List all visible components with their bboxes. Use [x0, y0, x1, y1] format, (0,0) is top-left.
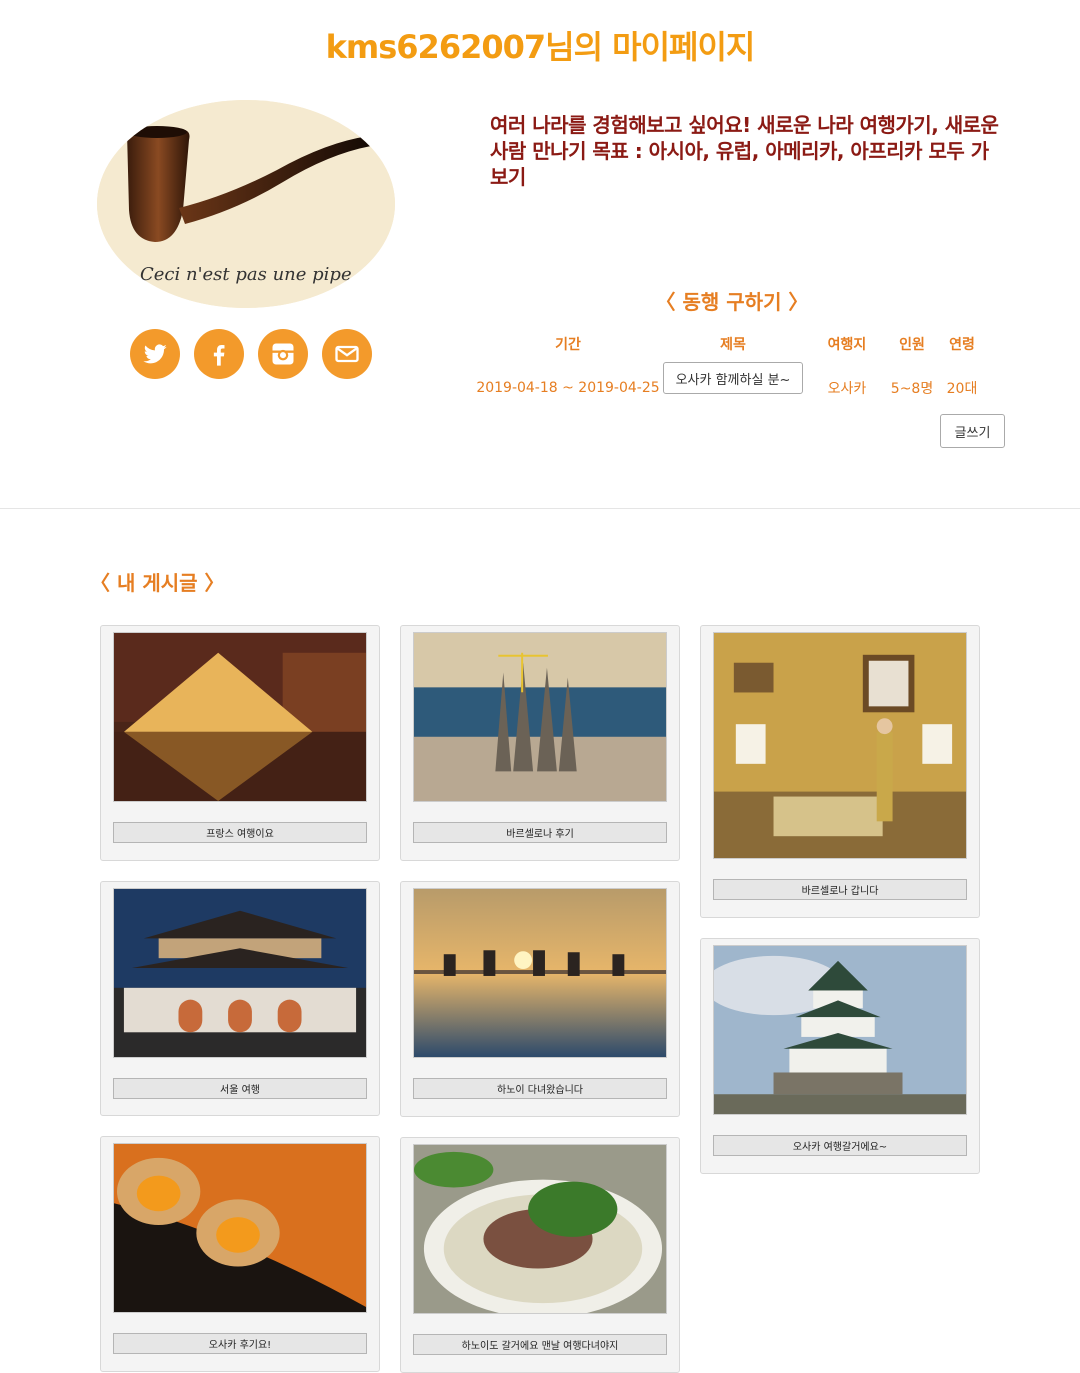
header-destination: 여행지 — [827, 337, 867, 353]
post-photo-osaka-castle — [713, 945, 967, 1115]
companion-table-row: 2019-04-18 ~ 2019-04-25 오사카 함께하실 분~ 오사카 … — [470, 362, 1010, 406]
post-photo-eggs — [113, 1143, 367, 1313]
row-period: 2019-04-18 ~ 2019-04-25 — [476, 380, 660, 396]
companion-section-title: 〈 동행 구하기 〉 — [655, 290, 809, 314]
post-card[interactable]: 오사카 후기요! — [100, 1136, 380, 1372]
post-photo-gyeongbokgung — [113, 888, 367, 1058]
profile-caption: Ceci n'est pas une pipe — [140, 264, 352, 285]
post-card[interactable]: 하노이 다녀왔습니다 — [400, 881, 680, 1117]
mail-icon[interactable] — [322, 329, 372, 379]
row-age: 20대 — [946, 381, 978, 397]
post-title[interactable]: 오사카 후기요! — [113, 1333, 367, 1354]
facebook-icon[interactable] — [194, 329, 244, 379]
header-title: 제목 — [720, 337, 746, 353]
post-title[interactable]: 하노이 다녀왔습니다 — [413, 1078, 667, 1099]
section-divider — [0, 508, 1080, 509]
post-card[interactable]: 하노이도 갈거에요 맨날 여행다녀야지 — [400, 1137, 680, 1373]
post-card[interactable]: 서울 여행 — [100, 881, 380, 1116]
post-photo-barcelona — [413, 632, 667, 802]
instagram-icon[interactable] — [258, 329, 308, 379]
companion-post-link[interactable]: 오사카 함께하실 분~ — [662, 362, 804, 394]
post-title[interactable]: 하노이도 갈거에요 맨날 여행다녀야지 — [413, 1334, 667, 1355]
post-title[interactable]: 서울 여행 — [113, 1078, 367, 1099]
post-photo-pho — [413, 1144, 667, 1314]
row-destination: 오사카 — [827, 381, 867, 397]
page-title: kms6262007님의 마이페이지 — [325, 28, 756, 66]
profile-intro: 여러 나라를 경험해보고 싶어요! 새로운 나라 여행가기, 새로운 사람 만나… — [490, 113, 999, 189]
post-title[interactable]: 프랑스 여행이요 — [113, 822, 367, 843]
post-card[interactable]: 오사카 여행갈거에요~ — [700, 938, 980, 1174]
post-title[interactable]: 바르셀로나 갑니다 — [713, 879, 967, 900]
post-photo-interior — [713, 632, 967, 859]
post-title[interactable]: 오사카 여행갈거에요~ — [713, 1135, 967, 1156]
post-card[interactable]: 바르셀로나 갑니다 — [700, 625, 980, 918]
header-age: 연령 — [949, 337, 975, 353]
social-links — [130, 329, 372, 379]
post-photo-louvre — [113, 632, 367, 802]
my-posts-title: 〈 내 게시글 〉 — [90, 571, 225, 595]
companion-table-header: 기간 제목 여행지 인원 연령 — [470, 326, 1010, 362]
post-title[interactable]: 바르셀로나 후기 — [413, 822, 667, 843]
row-title-cell: 오사카 함께하실 분~ — [658, 360, 808, 396]
header-period: 기간 — [555, 337, 581, 353]
twitter-icon[interactable] — [130, 329, 180, 379]
write-button[interactable]: 글쓰기 — [940, 414, 1005, 448]
post-photo-hanoi-salt — [413, 888, 667, 1058]
post-card[interactable]: 바르셀로나 후기 — [400, 625, 680, 861]
header-people: 인원 — [899, 337, 925, 353]
post-card[interactable]: 프랑스 여행이요 — [100, 625, 380, 861]
row-people: 5~8명 — [890, 381, 934, 397]
